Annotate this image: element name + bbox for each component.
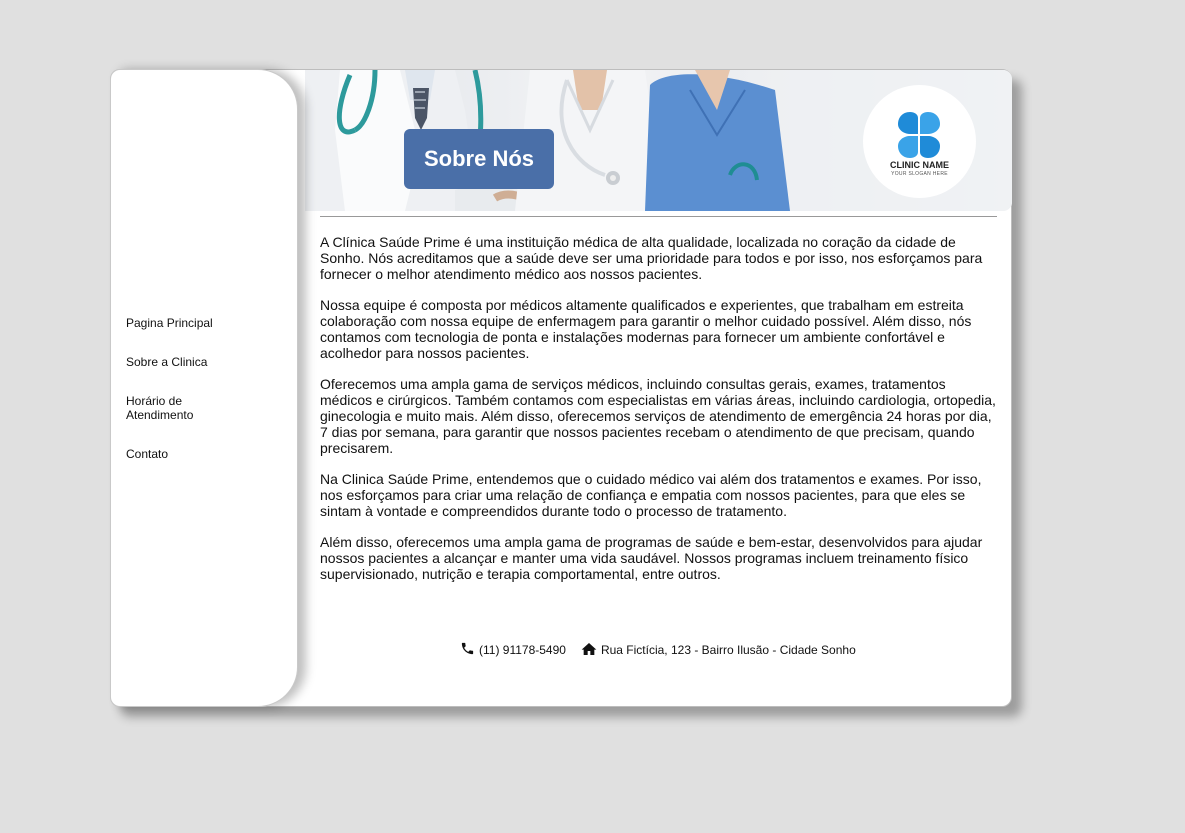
logo-name: CLINIC NAME	[890, 160, 949, 170]
nav-item-pagina-principal[interactable]: Pagina Principal	[126, 316, 236, 330]
about-paragraph: Nossa equipe é composta por médicos alta…	[320, 297, 972, 361]
logo-slogan: YOUR SLOGAN HERE	[891, 171, 948, 177]
sidebar: Pagina Principal Sobre a Clinica Horário…	[110, 69, 298, 707]
phone-icon	[460, 641, 475, 659]
header-banner: Sobre Nós CLINIC NAME YOUR SLOGAN HERE	[305, 70, 1012, 211]
sidebar-nav: Pagina Principal Sobre a Clinica Horário…	[126, 316, 236, 486]
home-icon	[581, 642, 597, 659]
about-paragraph: A Clínica Saúde Prime é uma instituição …	[320, 234, 983, 282]
footer-phone[interactable]: (11) 91178-5490	[479, 643, 566, 657]
page-title: Sobre Nós	[404, 129, 554, 189]
nav-item-contato[interactable]: Contato	[126, 447, 236, 461]
clinic-logo: CLINIC NAME YOUR SLOGAN HERE	[863, 85, 976, 198]
footer-contact: (11) 91178-5490 Rua Fictícia, 123 - Bair…	[460, 641, 856, 659]
about-paragraph: Além disso, oferecemos uma ampla gama de…	[320, 534, 983, 582]
footer-address: Rua Fictícia, 123 - Bairro Ilusão - Cida…	[600, 643, 856, 657]
about-paragraph: Oferecemos uma ampla gama de serviços mé…	[320, 376, 996, 456]
nav-item-sobre-a-clinica[interactable]: Sobre a Clinica	[126, 355, 236, 369]
page-card: Pagina Principal Sobre a Clinica Horário…	[110, 69, 1012, 707]
header-divider	[320, 216, 997, 217]
about-content: A Clínica Saúde Prime é uma instituição …	[320, 234, 999, 597]
about-paragraph: Na Clinica Saúde Prime, entendemos que o…	[320, 471, 982, 519]
nav-item-horario-de-atendimento[interactable]: Horário de Atendimento	[126, 394, 236, 422]
four-leaf-clinic-icon	[898, 112, 940, 158]
